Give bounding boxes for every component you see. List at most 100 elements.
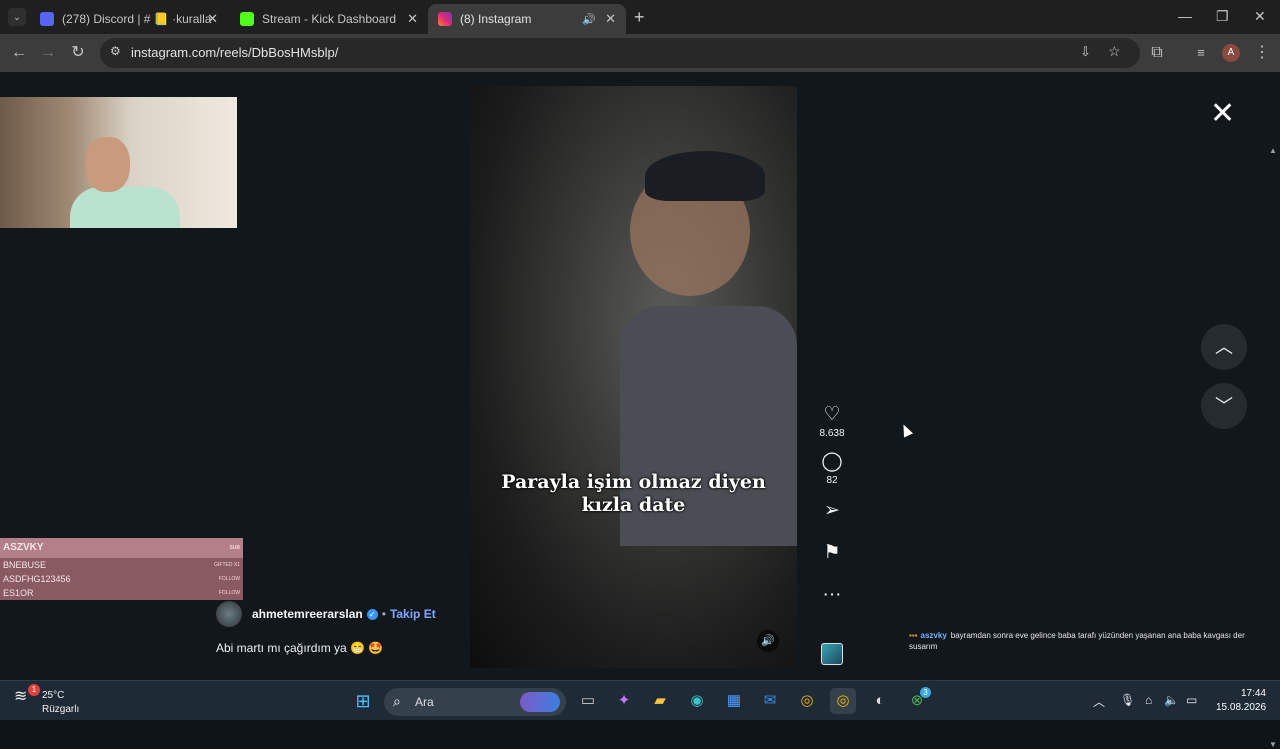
browser-toolbar: ← → ↻ ⚙ instagram.com/reels/DbBosHMsblp/… — [0, 34, 1280, 72]
next-reel-button[interactable]: ﹀ — [1201, 383, 1247, 429]
verified-badge-icon: ✓ — [366, 608, 378, 620]
url-text: instagram.com/reels/DbBosHMsblp/ — [131, 45, 339, 60]
bookmark-icon[interactable]: ⚑ — [812, 542, 852, 564]
mouse-cursor-icon — [898, 422, 914, 438]
windows-taskbar: ≋ 1 25°C Rüzgarlı ⊞ ⌕ Ara ▭ ✦ ▰ ◉ ▦ ✉ ◎ … — [0, 680, 1280, 720]
more-dots-icon[interactable]: ··· — [812, 584, 852, 606]
stream-alerts: ASZVKY SUB BNEBUSE GIFTED X1 ASDFHG123456 F… — [0, 538, 243, 600]
start-menu-icon[interactable]: ⊞ — [350, 688, 376, 714]
volume-tray-icon[interactable]: 🔈 — [1164, 693, 1179, 707]
author-name[interactable]: ahmetemreerarslan — [252, 607, 363, 621]
window-close-icon[interactable]: ✕ — [1254, 8, 1266, 25]
back-icon[interactable]: ← — [9, 43, 29, 63]
more-action[interactable]: ··· — [812, 584, 852, 606]
scrollbar-up-arrow[interactable]: ▲ — [1269, 146, 1277, 155]
mail-icon[interactable]: ✉ — [757, 688, 783, 714]
previous-reel-button[interactable]: ︿ — [1201, 324, 1247, 370]
tab-label: (8) Instagram — [460, 12, 532, 26]
address-bar[interactable]: ⚙ instagram.com/reels/DbBosHMsblp/ ⇩ ☆ — [100, 38, 1140, 68]
alert-tag: GIFTED X1 — [214, 562, 240, 568]
like-action[interactable]: ♡ 8.638 — [812, 404, 852, 439]
network-icon[interactable]: ⌂ — [1145, 693, 1152, 707]
tab-kick[interactable]: Stream - Kick Dashboard ✕ — [230, 4, 428, 34]
alert-row: ES1OR FOLLOW — [0, 586, 243, 600]
browser-tab-bar: ⌄ (278) Discord | # 📒 ·kuralla ✕ Stream … — [0, 0, 1280, 34]
alert-name: ES1OR — [3, 588, 34, 598]
weather-badge: 1 — [28, 684, 40, 696]
alert-name: BNEBUSE — [3, 560, 47, 570]
comment-icon[interactable]: ◯ — [812, 451, 852, 473]
share-action[interactable]: ➢ — [812, 500, 852, 522]
minimize-icon[interactable]: — — [1178, 8, 1192, 24]
chat-text: bayramdan sonra eve gelince baba tarafı … — [909, 631, 1245, 651]
alert-tag: FOLLOW — [218, 576, 240, 582]
volume-icon[interactable]: 🔊 — [757, 630, 779, 652]
tab-label: Stream - Kick Dashboard — [262, 12, 397, 26]
instagram-icon — [438, 12, 452, 26]
obs-icon[interactable]: ◐ — [867, 688, 893, 714]
new-tab-button[interactable]: + — [634, 7, 645, 28]
tab-discord[interactable]: (278) Discord | # 📒 ·kuralla ✕ — [30, 4, 228, 34]
tab-label: (278) Discord | # 📒 ·kuralla — [62, 12, 212, 26]
search-icon: ⌕ — [393, 693, 401, 709]
close-tab-icon[interactable]: ✕ — [407, 11, 418, 27]
reel-video[interactable]: Parayla işim olmaz diyen kızla date 🔊 — [470, 86, 797, 668]
copilot-icon[interactable]: ✦ — [611, 688, 637, 714]
alert-tag: FOLLOW — [218, 590, 240, 596]
close-tab-icon[interactable]: ✕ — [207, 11, 218, 27]
tab-search-button[interactable]: ⌄ — [8, 8, 26, 26]
forward-icon[interactable]: → — [38, 43, 58, 63]
chrome-active-icon[interactable]: ◎ — [830, 688, 856, 714]
menu-dots-icon[interactable]: ⋮ — [1252, 43, 1272, 63]
follow-button[interactable]: Takip Et — [390, 607, 436, 621]
save-action[interactable]: ⚑ — [812, 542, 852, 564]
install-app-icon[interactable]: ⇩ — [1080, 44, 1091, 60]
clock-time: 17:44 — [1240, 688, 1266, 699]
close-tab-icon[interactable]: ✕ — [605, 11, 616, 27]
weather-widget[interactable]: ≋ 1 25°C Rüzgarlı — [14, 684, 79, 715]
audio-thumbnail[interactable] — [821, 643, 843, 665]
reel-caption: Abi martı mı çağırdım ya 😁 🤩 — [216, 641, 384, 655]
audio-playing-icon[interactable]: 🔊 — [582, 13, 596, 26]
chrome-icon[interactable]: ◎ — [794, 688, 820, 714]
profile-avatar[interactable]: A — [1222, 44, 1240, 62]
subtitle-line: kızla date — [581, 494, 686, 516]
subtitle-line: Parayla işim olmaz diyen — [501, 471, 766, 493]
author-avatar[interactable] — [216, 601, 242, 627]
task-view-icon[interactable]: ▭ — [575, 688, 601, 714]
site-info-icon[interactable]: ⚙ — [110, 44, 121, 58]
restore-icon[interactable]: ❐ — [1216, 8, 1229, 25]
alert-row: ASDFHG123456 FOLLOW — [0, 572, 243, 586]
reel-author: ahmetemreerarslan ✓ • Takip Et — [216, 601, 436, 627]
tray-chevron-icon[interactable]: ︿ — [1093, 693, 1105, 710]
stream-chat-message: ▪▪▪ aszvky bayramdan sonra eve gelince bab… — [909, 630, 1269, 652]
battery-icon[interactable]: ▭ — [1186, 693, 1197, 707]
discord-icon — [40, 12, 54, 26]
send-icon[interactable]: ➢ — [812, 500, 852, 522]
bookmark-star-icon[interactable]: ☆ — [1108, 43, 1121, 60]
file-explorer-icon[interactable]: ▰ — [647, 688, 673, 714]
xbox-badge: 3 — [920, 687, 931, 698]
reel-subtitle: Parayla işim olmaz diyen kızla date — [470, 471, 797, 517]
instagram-reel-viewer: Parayla işim olmaz diyen kızla date 🔊 ♡ … — [0, 72, 1280, 749]
edge-icon[interactable]: ◉ — [684, 688, 710, 714]
extensions-icon[interactable]: ⧉ — [1147, 43, 1167, 63]
webcam-overlay — [0, 97, 237, 228]
store-icon[interactable]: ▦ — [721, 688, 747, 714]
clock-date: 15.08.2026 — [1216, 702, 1267, 713]
taskbar-search[interactable]: ⌕ Ara — [384, 688, 566, 716]
system-clock[interactable]: 17:44 15.08.2026 — [1216, 687, 1266, 715]
microphone-icon[interactable]: 🎙 — [1120, 693, 1135, 707]
chat-badges-icon: ▪▪▪ — [909, 631, 918, 640]
alert-row: ASZVKY SUB — [0, 538, 243, 558]
tab-instagram[interactable]: (8) Instagram 🔊 ✕ — [428, 4, 626, 34]
webcam-person-shirt — [70, 187, 180, 228]
close-icon[interactable]: ✕ — [1210, 96, 1235, 131]
comment-action[interactable]: ◯ 82 — [812, 451, 852, 486]
alert-name: ASDFHG123456 — [3, 574, 71, 584]
alert-row: BNEBUSE GIFTED X1 — [0, 558, 243, 572]
media-control-icon[interactable]: ≡ — [1191, 43, 1211, 63]
reload-icon[interactable]: ↻ — [68, 43, 88, 63]
heart-icon[interactable]: ♡ — [812, 404, 852, 426]
scrollbar-down-arrow[interactable]: ▼ — [1269, 740, 1277, 749]
